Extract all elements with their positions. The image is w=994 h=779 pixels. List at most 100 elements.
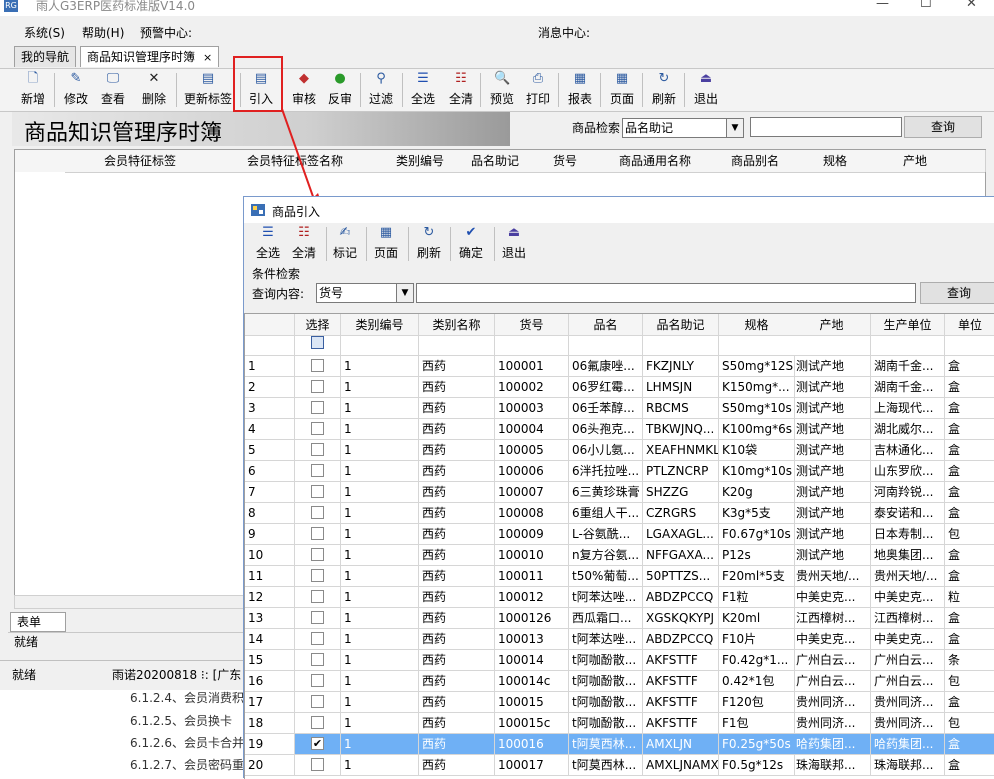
checkbox[interactable]: [311, 443, 324, 456]
menu-help[interactable]: 帮助(H): [82, 24, 124, 41]
toolbar-button-update-tag[interactable]: ▤ 更新标签: [180, 71, 236, 109]
main-grid-header[interactable]: 类别编号: [375, 150, 466, 172]
row-select-cell[interactable]: [295, 524, 341, 545]
grid-column-header[interactable]: 生产单位: [871, 314, 945, 336]
toolbar-button-select-all[interactable]: ☰ 全选: [408, 71, 438, 109]
grid-column-header[interactable]: 选择: [295, 314, 341, 336]
toolbar-button-new[interactable]: 🗋 新增: [16, 71, 50, 109]
main-grid-header[interactable]: 品名助记: [465, 150, 526, 172]
grid-column-header[interactable]: 规格: [719, 314, 795, 336]
checkbox[interactable]: [311, 401, 324, 414]
row-select-cell[interactable]: [295, 398, 341, 419]
toolbar-button-exit[interactable]: ⏏ 退出: [690, 71, 722, 109]
grid-column-header[interactable]: [245, 314, 295, 336]
row-select-cell[interactable]: [295, 503, 341, 524]
query-field-select[interactable]: 货号 ▼: [316, 283, 414, 303]
checkbox[interactable]: [311, 506, 324, 519]
toolbar-button-audit[interactable]: ◆ 审核: [288, 71, 320, 109]
menu-warning-center[interactable]: 预警中心:: [140, 24, 192, 41]
toolbar-button-select-all[interactable]: ☰ 全选: [252, 225, 284, 263]
grid-filter-cell[interactable]: [871, 336, 945, 356]
checkbox[interactable]: [311, 527, 324, 540]
grid-filter-cell[interactable]: [245, 336, 295, 356]
row-select-cell[interactable]: [295, 356, 341, 377]
row-select-cell[interactable]: [295, 671, 341, 692]
grid-filter-cell[interactable]: [945, 336, 994, 356]
checkbox[interactable]: [311, 695, 324, 708]
minimize-icon[interactable]: —: [876, 0, 889, 11]
grid-column-header[interactable]: 品名: [569, 314, 643, 336]
toolbar-button-view[interactable]: 🖵 查看: [98, 71, 128, 109]
main-grid-header[interactable]: 商品通用名称: [605, 150, 706, 172]
row-select-cell[interactable]: ✔: [295, 734, 341, 755]
toolbar-button-exit[interactable]: ⏏ 退出: [498, 225, 530, 263]
toolbar-button-delete[interactable]: ✕ 删除: [138, 71, 170, 109]
toolbar-button-check[interactable]: ✔ 确定: [454, 225, 488, 263]
grid-filter-cell[interactable]: [793, 336, 871, 356]
toolbar-button-clear-all[interactable]: ☷ 全清: [288, 225, 320, 263]
checkbox[interactable]: [311, 632, 324, 645]
grid-filter-cell[interactable]: [569, 336, 643, 356]
main-grid-filter-row[interactable]: [65, 172, 985, 195]
row-select-cell[interactable]: [295, 587, 341, 608]
grid-column-header[interactable]: 货号: [495, 314, 569, 336]
toolbar-button-filter[interactable]: ⚲ 过滤: [366, 71, 396, 109]
row-select-cell[interactable]: [295, 755, 341, 776]
toolbar-button-print[interactable]: ⎙ 打印: [522, 71, 554, 109]
main-grid-header[interactable]: [965, 150, 986, 172]
checkbox[interactable]: [311, 590, 324, 603]
search-input[interactable]: [750, 117, 902, 137]
toolbar-button-refresh[interactable]: ↻ 刷新: [648, 71, 680, 109]
close-icon[interactable]: ✕: [966, 0, 977, 11]
toolbar-button-page[interactable]: ▦ 页面: [606, 71, 638, 109]
checkbox[interactable]: [311, 485, 324, 498]
bottom-tab-form[interactable]: 表单: [10, 612, 66, 632]
checkbox[interactable]: [311, 548, 324, 561]
row-select-cell[interactable]: [295, 419, 341, 440]
grid-filter-cell[interactable]: [419, 336, 495, 356]
main-grid-header[interactable]: 产地: [865, 150, 966, 172]
row-select-cell[interactable]: [295, 440, 341, 461]
checkbox[interactable]: [311, 653, 324, 666]
row-select-cell[interactable]: [295, 461, 341, 482]
toolbar-button-unaudit[interactable]: ● 反审: [324, 71, 356, 109]
toolbar-button-page[interactable]: ▦ 页面: [370, 225, 402, 263]
checkbox[interactable]: [311, 611, 324, 624]
row-select-cell[interactable]: [295, 545, 341, 566]
search-button[interactable]: 查询: [904, 116, 982, 138]
toolbar-button-edit[interactable]: ✎ 修改: [60, 71, 92, 109]
row-select-cell[interactable]: [295, 608, 341, 629]
query-input[interactable]: [416, 283, 916, 303]
menu-message-center[interactable]: 消息中心:: [538, 24, 590, 41]
tab-my-navigation[interactable]: 我的导航: [14, 46, 77, 67]
toolbar-button-report[interactable]: ▦ 报表: [564, 71, 596, 109]
tab-close-icon[interactable]: ×: [203, 51, 212, 64]
checkbox[interactable]: [311, 569, 324, 582]
grid-filter-cell[interactable]: [341, 336, 419, 356]
main-grid-header[interactable]: [15, 150, 66, 172]
query-button[interactable]: 查询: [920, 282, 994, 304]
checkbox[interactable]: [311, 359, 324, 372]
grid-filter-cell[interactable]: [643, 336, 719, 356]
grid-column-header[interactable]: 类别编号: [341, 314, 419, 336]
maximize-icon[interactable]: ☐: [920, 0, 932, 11]
checkbox[interactable]: [311, 674, 324, 687]
checkbox[interactable]: [311, 758, 324, 771]
menu-system[interactable]: 系统(S): [24, 24, 65, 41]
checkbox[interactable]: [311, 716, 324, 729]
search-field-select[interactable]: 品名助记 ▼: [622, 118, 744, 138]
grid-column-header[interactable]: 产地: [793, 314, 871, 336]
main-grid-header[interactable]: 规格: [805, 150, 866, 172]
row-select-cell[interactable]: [295, 713, 341, 734]
grid-filter-cell[interactable]: [719, 336, 795, 356]
toolbar-button-preview[interactable]: 🔍 预览: [486, 71, 518, 109]
main-grid-header[interactable]: 会员特征标签: [65, 150, 216, 172]
row-select-cell[interactable]: [295, 377, 341, 398]
row-select-cell[interactable]: [295, 650, 341, 671]
row-select-cell[interactable]: [295, 482, 341, 503]
checkbox[interactable]: [311, 380, 324, 393]
checkbox[interactable]: [311, 422, 324, 435]
main-grid-header[interactable]: 商品别名: [705, 150, 806, 172]
tab-product-knowledge[interactable]: 商品知识管理序时簿 ×: [80, 46, 220, 67]
checkbox-checked[interactable]: ✔: [311, 737, 324, 750]
